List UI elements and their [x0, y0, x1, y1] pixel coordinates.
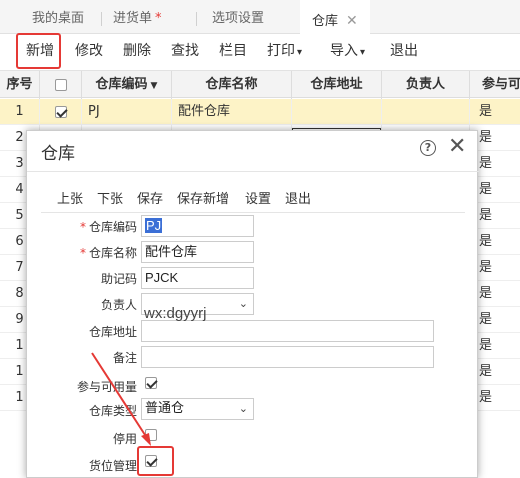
- type-select[interactable]: 普通仓 ⌄: [141, 398, 254, 420]
- tab-label: 进货单: [113, 11, 153, 26]
- chevron-down-icon: ⌄: [238, 297, 248, 310]
- columns-button[interactable]: 栏目: [219, 34, 247, 70]
- cell-seq: 1: [0, 99, 40, 125]
- tab-label: 我的桌面: [32, 11, 85, 26]
- tab-warehouse[interactable]: 仓库 ✕: [300, 0, 370, 35]
- mnemonic-label: 助记码: [100, 272, 137, 286]
- find-button[interactable]: 查找: [171, 34, 199, 70]
- new-button-highlight: [16, 33, 61, 69]
- col-address[interactable]: 仓库地址: [292, 71, 382, 99]
- address-label: 仓库地址: [88, 325, 137, 339]
- col-seq[interactable]: 序号: [0, 71, 40, 99]
- tab-label: 仓库: [312, 14, 339, 29]
- cell-code: PJ: [82, 99, 172, 125]
- row-checkbox[interactable]: [54, 105, 67, 118]
- import-button[interactable]: 导入 ▾: [330, 34, 365, 70]
- available-checkbox[interactable]: [145, 377, 157, 389]
- name-label: * 仓库名称: [37, 244, 137, 261]
- location-checkbox-highlight: [137, 446, 174, 476]
- chevron-down-icon: ▾: [297, 47, 303, 58]
- code-label: * 仓库编码: [37, 218, 137, 235]
- help-icon[interactable]: ?: [420, 140, 436, 156]
- table-header: 序号 仓库编码▼ 仓库名称 仓库地址 负责人 参与可用: [0, 70, 520, 99]
- dialog-exit-button[interactable]: 退出: [285, 188, 311, 207]
- code-value: PJ: [145, 218, 163, 233]
- delete-button[interactable]: 删除: [123, 34, 151, 70]
- name-field[interactable]: 配件仓库: [141, 241, 254, 263]
- print-label: 打印: [267, 43, 295, 59]
- modified-marker: *: [155, 11, 162, 26]
- tab-divider: [101, 12, 102, 26]
- dialog-divider: [27, 171, 479, 172]
- cell-name: 配件仓库: [172, 99, 292, 125]
- tab-label: 选项设置: [212, 11, 265, 26]
- remark-label: 备注: [112, 351, 137, 365]
- chevron-down-icon: ▾: [360, 47, 366, 58]
- cell-owner: [382, 99, 470, 125]
- disabled-checkbox[interactable]: [145, 429, 157, 441]
- owner-label: 负责人: [100, 298, 137, 312]
- code-label-text: 仓库编码: [88, 220, 137, 234]
- col-available[interactable]: 参与可用: [470, 71, 520, 99]
- import-label: 导入: [330, 43, 358, 59]
- select-all-checkbox[interactable]: [54, 78, 67, 91]
- required-mark: *: [79, 246, 86, 260]
- sort-down-icon[interactable]: ▼: [151, 81, 158, 91]
- cell-address: [292, 99, 382, 125]
- type-value: 普通仓: [145, 401, 185, 416]
- cell-select: [40, 99, 82, 125]
- available-label: 参与可用量: [76, 380, 137, 394]
- table-row[interactable]: 1 PJ 配件仓库 是: [0, 99, 520, 125]
- save-new-button[interactable]: 保存新增: [177, 188, 229, 207]
- mnemonic-field[interactable]: PJCK: [141, 267, 254, 289]
- close-icon[interactable]: ✕: [346, 13, 358, 29]
- prev-button[interactable]: 上张: [57, 188, 83, 207]
- settings-button[interactable]: 设置: [245, 188, 271, 207]
- toolbar-divider: [41, 212, 465, 213]
- name-label-text: 仓库名称: [88, 246, 137, 260]
- tab-my-desktop[interactable]: 我的桌面: [32, 0, 84, 34]
- tab-purchase-order[interactable]: 进货单 *: [113, 0, 162, 34]
- edit-button[interactable]: 修改: [75, 34, 103, 70]
- cell-available: 是: [479, 104, 493, 119]
- print-button[interactable]: 打印 ▾: [267, 34, 302, 70]
- toolbar: 新增 修改 删除 查找 栏目 打印 ▾ 导入 ▾ 退出: [0, 34, 520, 70]
- address-field[interactable]: [141, 320, 434, 342]
- watermark: wx:dgyyrj: [144, 305, 207, 322]
- col-code-label: 仓库编码: [95, 77, 148, 92]
- code-field[interactable]: PJ: [141, 215, 254, 237]
- exit-button[interactable]: 退出: [390, 34, 418, 70]
- close-icon[interactable]: ✕: [448, 135, 466, 159]
- tab-options[interactable]: 选项设置: [212, 0, 264, 34]
- dialog-title: 仓库: [41, 144, 75, 164]
- tab-divider: [196, 12, 197, 26]
- location-label: 货位管理: [88, 459, 137, 473]
- col-name[interactable]: 仓库名称: [172, 71, 292, 99]
- chevron-down-icon: ⌄: [238, 402, 248, 415]
- type-label: 仓库类型: [88, 404, 137, 418]
- remark-field[interactable]: [141, 346, 434, 368]
- col-code[interactable]: 仓库编码 ▼: [82, 71, 172, 99]
- disabled-label: 停用: [112, 432, 137, 446]
- save-button[interactable]: 保存: [137, 188, 163, 207]
- col-select-all[interactable]: [40, 71, 82, 99]
- col-owner[interactable]: 负责人: [382, 71, 470, 99]
- next-button[interactable]: 下张: [97, 188, 123, 207]
- required-mark: *: [79, 220, 86, 234]
- tab-bar: 我的桌面 进货单 * 选项设置 仓库 ✕: [0, 0, 520, 35]
